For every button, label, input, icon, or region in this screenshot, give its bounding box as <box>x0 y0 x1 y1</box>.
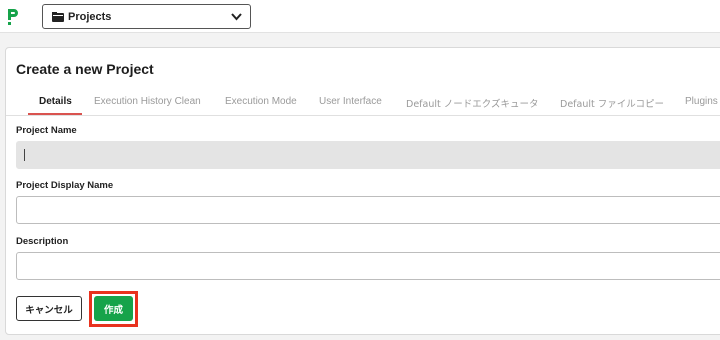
text-cursor <box>24 149 25 161</box>
project-display-name-input[interactable] <box>16 196 720 224</box>
top-bar: Projects <box>0 0 720 33</box>
description-label: Description <box>16 236 69 247</box>
tab-execution-history-clean[interactable]: Execution History Clean <box>94 96 201 107</box>
tab-execution-mode[interactable]: Execution Mode <box>225 96 297 107</box>
folder-icon <box>52 11 64 22</box>
tab-default-file-copier[interactable]: Default ファイルコピー <box>560 96 664 110</box>
app-logo-icon[interactable] <box>6 7 20 27</box>
create-project-panel: Create a new Project Details Execution H… <box>5 47 720 335</box>
project-display-name-label: Project Display Name <box>16 180 114 191</box>
active-tab-indicator <box>28 113 82 115</box>
create-button[interactable]: 作成 <box>94 296 133 321</box>
tab-details[interactable]: Details <box>39 96 72 107</box>
cancel-button[interactable]: キャンセル <box>16 296 82 321</box>
project-select-label: Projects <box>68 10 112 23</box>
tab-default-node-executor[interactable]: Default ノードエクズキュータ <box>406 96 539 110</box>
project-name-input[interactable] <box>16 141 720 169</box>
tab-bar: Details Execution History Clean Executio… <box>6 94 720 116</box>
chevron-down-icon <box>231 13 242 21</box>
description-input[interactable] <box>16 252 720 280</box>
page-title: Create a new Project <box>16 61 154 77</box>
project-select-dropdown[interactable]: Projects <box>42 4 251 29</box>
project-name-label: Project Name <box>16 125 77 136</box>
tab-user-interface[interactable]: User Interface <box>319 96 382 107</box>
tab-plugins[interactable]: Plugins <box>685 96 718 107</box>
